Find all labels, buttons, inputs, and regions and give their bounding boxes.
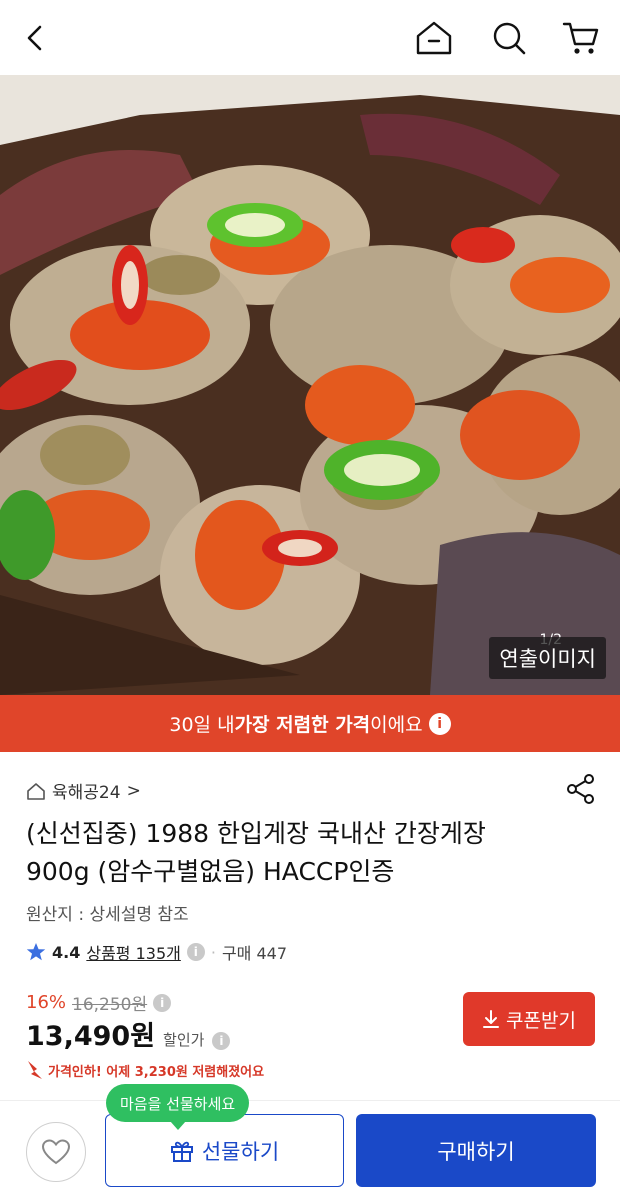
wishlist-button[interactable] bbox=[26, 1122, 86, 1182]
price-row: 13,490원 할인가 i bbox=[26, 1014, 231, 1053]
promo-suffix: 이에요 bbox=[370, 714, 423, 736]
coupon-label: 쿠폰받기 bbox=[506, 1009, 576, 1032]
back-icon[interactable] bbox=[14, 16, 58, 60]
product-title-line1: (신선집중) 1988 한입게장 국내산 간장게장 bbox=[26, 819, 486, 848]
store-home-icon bbox=[27, 782, 45, 800]
gift-icon bbox=[170, 1141, 193, 1162]
price-drop-text: 가격인하! 어제 3,230원 저렴해졌어요 bbox=[48, 1064, 265, 1080]
trend-down-icon bbox=[28, 1061, 42, 1079]
chevron-right-icon: > bbox=[126, 780, 141, 801]
lowest-price-banner[interactable]: 30일 내 가장 저렴한 가격 이에요 i bbox=[0, 695, 620, 752]
sale-price-label: 할인가 bbox=[163, 1031, 205, 1049]
gift-tooltip: 마음을 선물하세요 bbox=[106, 1084, 250, 1130]
coupon-button[interactable]: 쿠폰받기 bbox=[463, 992, 595, 1046]
info-icon[interactable]: i bbox=[186, 943, 205, 961]
buy-button[interactable]: 구매하기 bbox=[356, 1114, 596, 1187]
product-title-line2: 900g (암수구별없음) HACCP인증 bbox=[26, 857, 395, 886]
origin-info: 원산지 : 상세설명 참조 bbox=[26, 905, 189, 925]
gift-button[interactable]: 선물하기 bbox=[105, 1114, 344, 1187]
review-count-link[interactable]: 상품평 135개 bbox=[86, 940, 181, 964]
rating-score: 4.4 bbox=[52, 942, 81, 962]
cart-icon[interactable] bbox=[559, 16, 603, 60]
purchase-count: 구매 447 bbox=[221, 944, 288, 963]
crab-photo-illustration bbox=[0, 75, 620, 695]
discount-percent: 16% bbox=[26, 992, 67, 1013]
staged-image-badge: 연출이미지 bbox=[489, 637, 606, 679]
promo-highlight: 가장 저렴한 가격 bbox=[234, 714, 371, 736]
separator-dot: · bbox=[210, 942, 216, 962]
top-bar bbox=[0, 0, 620, 75]
home-icon[interactable] bbox=[412, 16, 456, 60]
sale-price: 13,490원 bbox=[26, 1021, 156, 1052]
heart-icon bbox=[41, 1139, 71, 1165]
download-icon bbox=[483, 1010, 500, 1028]
product-image[interactable]: 1/2 연출이미지 bbox=[0, 75, 620, 695]
promo-prefix: 30일 내 bbox=[169, 714, 235, 736]
search-icon[interactable] bbox=[487, 16, 531, 60]
info-icon[interactable]: i bbox=[153, 993, 172, 1012]
gift-label: 선물하기 bbox=[201, 1139, 280, 1164]
star-icon bbox=[26, 943, 46, 961]
original-price: 16,250원 bbox=[72, 995, 148, 1015]
info-icon[interactable]: i bbox=[212, 1032, 231, 1050]
store-link[interactable]: 육해공24 > bbox=[26, 778, 141, 803]
product-title: (신선집중) 1988 한입게장 국내산 간장게장 900g (암수구별없음) … bbox=[26, 815, 586, 891]
rating-row: 4.4 상품평 135개 i · 구매 447 bbox=[26, 940, 287, 964]
info-icon[interactable]: i bbox=[428, 712, 451, 735]
share-icon[interactable] bbox=[564, 772, 598, 806]
discount-row: 16% 16,250원 i bbox=[26, 990, 172, 1015]
store-name: 육해공24 bbox=[52, 783, 121, 803]
price-drop-notice: 가격인하! 어제 3,230원 저렴해졌어요 bbox=[26, 1059, 264, 1081]
